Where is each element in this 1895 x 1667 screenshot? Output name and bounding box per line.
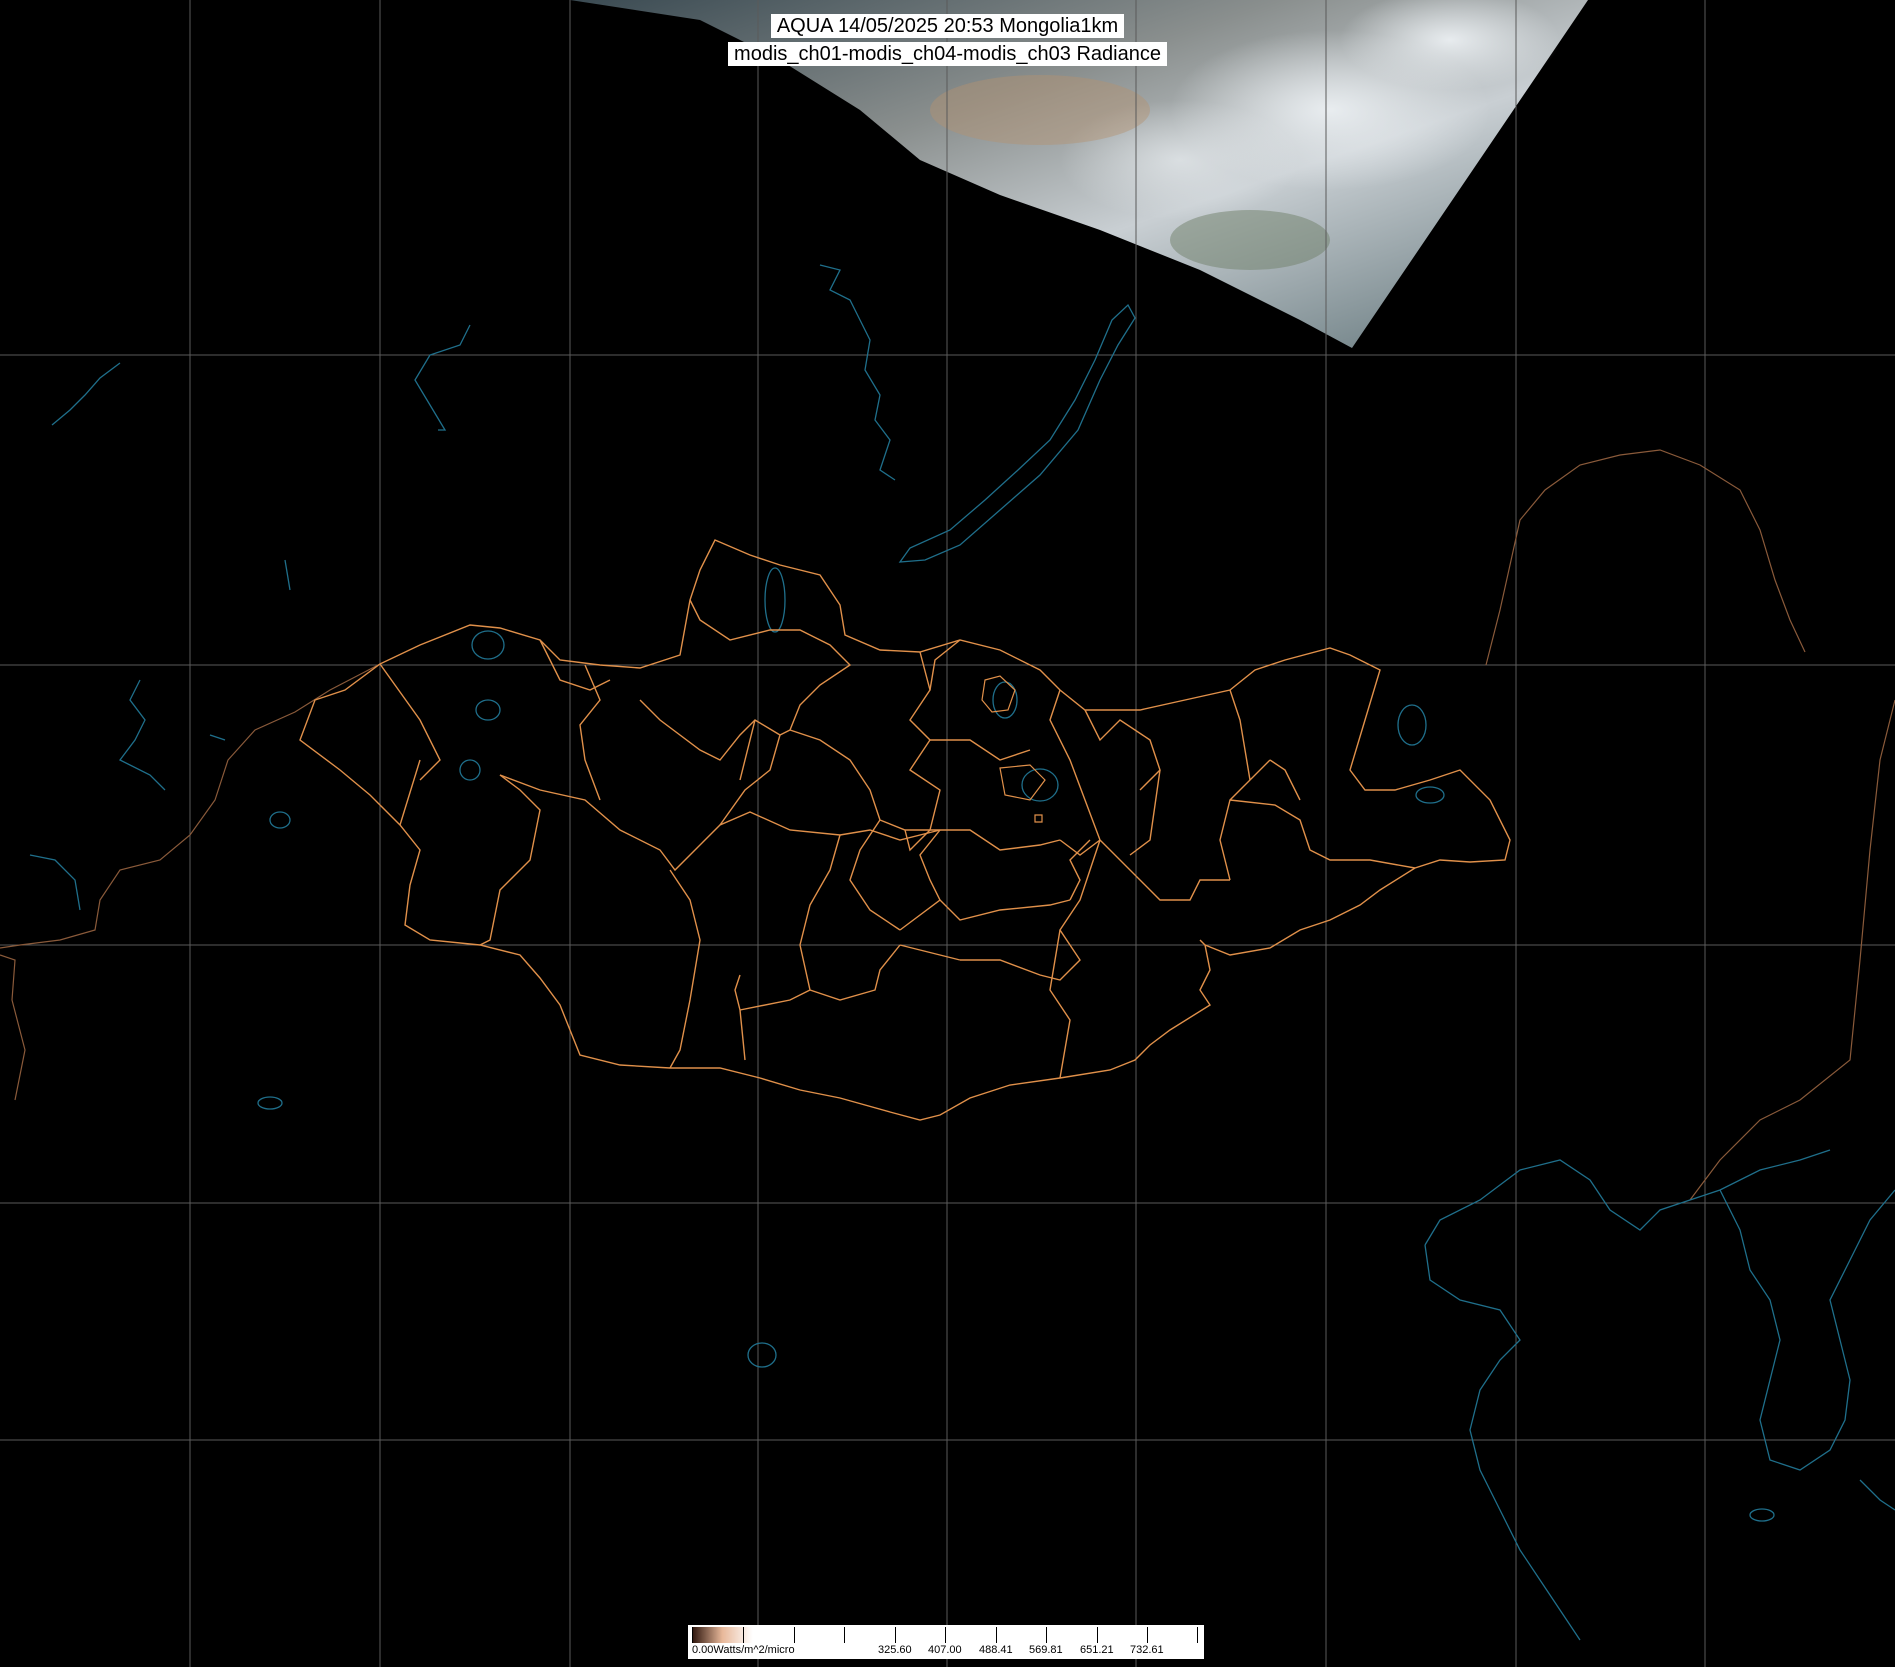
scale-label: 651.21	[1080, 1644, 1114, 1656]
scale-tick	[1046, 1627, 1047, 1643]
scale-tick	[996, 1627, 997, 1643]
scale-label: 407.00	[928, 1644, 962, 1656]
scale-label: 325.60	[878, 1644, 912, 1656]
scale-tick	[945, 1627, 946, 1643]
scale-tick	[844, 1627, 845, 1643]
scale-tick	[1097, 1627, 1098, 1643]
scale-tick	[743, 1627, 744, 1643]
scale-tick	[794, 1627, 795, 1643]
radiance-color-scale: 0.00Watts/m^2/micro 325.60 407.00 488.41…	[688, 1625, 1204, 1659]
scale-label-max: 732.61	[1130, 1644, 1164, 1656]
scale-tick	[1197, 1627, 1198, 1643]
satellite-map	[0, 0, 1895, 1667]
scale-tick	[1147, 1627, 1148, 1643]
scale-tick	[692, 1627, 693, 1643]
scale-label: 569.81	[1029, 1644, 1063, 1656]
scale-labels: 0.00Watts/m^2/micro 325.60 407.00 488.41…	[692, 1644, 1198, 1658]
scale-label-min: 0.00Watts/m^2/micro	[692, 1644, 795, 1656]
scale-tick	[895, 1627, 896, 1643]
scale-label: 488.41	[979, 1644, 1013, 1656]
